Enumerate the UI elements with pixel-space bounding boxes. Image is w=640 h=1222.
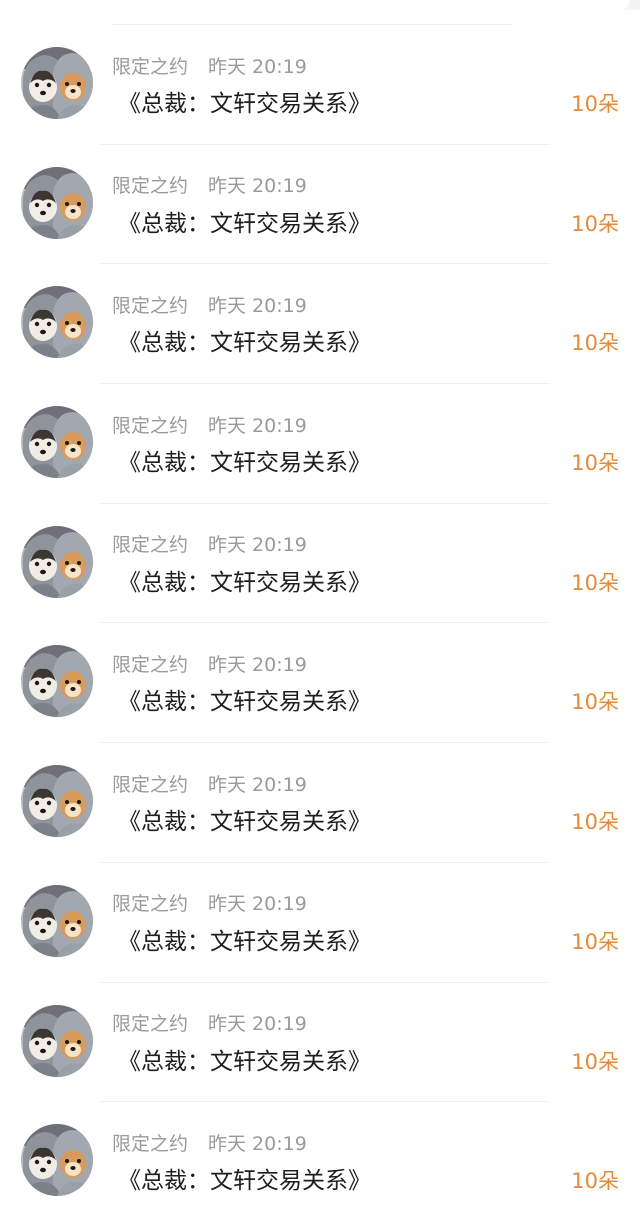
avatar[interactable] <box>21 166 93 239</box>
list-item[interactable]: 限定之约 昨天 20:19 《总裁：文轩交易关系》 10朵 <box>0 25 640 145</box>
book-title[interactable]: 《总裁：文轩交易关系》 <box>118 926 371 958</box>
avatar[interactable] <box>21 645 93 718</box>
record-meta: 限定之约 昨天 20:19 <box>112 532 307 556</box>
gift-amount: 10朵 <box>571 451 619 476</box>
gift-amount: 10朵 <box>571 810 619 835</box>
record-meta: 限定之约 昨天 20:19 <box>112 291 307 318</box>
record-meta: 限定之约 昨天 20:19 <box>112 173 307 197</box>
list-item[interactable]: 限定之约 昨天 20:19 《总裁：文轩交易关系》 10朵 <box>0 623 640 743</box>
timestamp: 昨天 20:19 <box>208 175 307 198</box>
book-title[interactable]: 《总裁：文轩交易关系》 <box>118 88 371 120</box>
gift-amount: 10朵 <box>571 211 619 236</box>
list-item[interactable]: 限定之约 昨天 20:19 《总裁：文轩交易关系》 10朵 <box>0 1102 640 1222</box>
dogs-avatar-icon <box>21 406 93 479</box>
list-item[interactable]: 限定之约 昨天 20:19 《总裁：文轩交易关系》 10朵 <box>0 145 640 265</box>
record-meta: 限定之约 昨天 20:19 <box>112 891 307 915</box>
book-title[interactable]: 《总裁：文轩交易关系》 <box>118 208 371 240</box>
record-meta: 限定之约 昨天 20:19 <box>112 1011 307 1035</box>
avatar[interactable] <box>21 1004 93 1077</box>
gift-record-list: 限定之约 昨天 20:19 《总裁：文轩交易关系》 10朵 限定之约 昨天 20… <box>0 25 640 1222</box>
dogs-avatar-icon <box>21 525 93 598</box>
dogs-avatar-icon <box>21 47 93 119</box>
record-meta: 限定之约 昨天 20:19 <box>112 1129 307 1156</box>
username[interactable]: 限定之约 <box>112 1129 188 1156</box>
username[interactable]: 限定之约 <box>112 530 188 557</box>
timestamp: 昨天 20:19 <box>208 773 307 796</box>
username[interactable]: 限定之约 <box>112 770 188 797</box>
dogs-avatar-icon <box>21 1124 93 1197</box>
gift-amount: 10朵 <box>571 929 619 954</box>
book-title[interactable]: 《总裁：文轩交易关系》 <box>118 327 371 359</box>
timestamp: 昨天 20:19 <box>208 1013 307 1035</box>
book-title[interactable]: 《总裁：文轩交易关系》 <box>118 1165 371 1197</box>
username[interactable]: 限定之约 <box>112 171 188 198</box>
username[interactable]: 限定之约 <box>112 1009 188 1036</box>
avatar[interactable] <box>21 406 93 479</box>
timestamp: 昨天 20:19 <box>208 893 307 916</box>
book-title[interactable]: 《总裁：文轩交易关系》 <box>118 806 371 838</box>
avatar[interactable] <box>21 286 93 359</box>
avatar[interactable] <box>21 765 93 838</box>
list-item[interactable]: 限定之约 昨天 20:19 《总裁：文轩交易关系》 10朵 <box>0 743 640 863</box>
record-meta: 限定之约 昨天 20:19 <box>112 411 307 438</box>
avatar[interactable] <box>21 1124 93 1197</box>
timestamp: 昨天 20:19 <box>208 653 307 676</box>
record-meta: 限定之约 昨天 20:19 <box>112 770 307 797</box>
dogs-avatar-icon <box>21 1004 93 1077</box>
gift-amount: 10朵 <box>571 690 619 715</box>
dogs-avatar-icon <box>21 884 93 957</box>
gift-amount: 10朵 <box>571 92 619 116</box>
previous-card-surface <box>0 0 630 10</box>
book-title[interactable]: 《总裁：文轩交易关系》 <box>118 1046 371 1078</box>
list-item[interactable]: 限定之约 昨天 20:19 《总裁：文轩交易关系》 10朵 <box>0 384 640 504</box>
book-title[interactable]: 《总裁：文轩交易关系》 <box>118 447 371 479</box>
list-item[interactable]: 限定之约 昨天 20:19 《总裁：文轩交易关系》 10朵 <box>0 983 640 1103</box>
avatar[interactable] <box>21 884 93 957</box>
avatar[interactable] <box>21 47 93 119</box>
username[interactable]: 限定之约 <box>112 650 188 677</box>
list-item[interactable]: 限定之约 昨天 20:19 《总裁：文轩交易关系》 10朵 <box>0 264 640 384</box>
timestamp: 昨天 20:19 <box>208 534 307 557</box>
list-item[interactable]: 限定之约 昨天 20:19 《总裁：文轩交易关系》 10朵 <box>0 863 640 983</box>
username[interactable]: 限定之约 <box>112 291 188 318</box>
gift-amount: 10朵 <box>571 570 619 595</box>
dogs-avatar-icon <box>21 765 93 838</box>
gift-amount: 10朵 <box>571 1169 619 1194</box>
record-meta: 限定之约 昨天 20:19 <box>112 650 307 677</box>
timestamp: 昨天 20:19 <box>208 294 307 317</box>
username[interactable]: 限定之约 <box>112 889 188 916</box>
book-title[interactable]: 《总裁：文轩交易关系》 <box>118 567 371 599</box>
timestamp: 昨天 20:19 <box>208 414 307 437</box>
gift-amount: 10朵 <box>571 331 619 356</box>
dogs-avatar-icon <box>21 645 93 718</box>
list-item[interactable]: 限定之约 昨天 20:19 《总裁：文轩交易关系》 10朵 <box>0 504 640 624</box>
record-meta: 限定之约 昨天 20:19 <box>112 52 307 79</box>
timestamp: 昨天 20:19 <box>208 1132 307 1155</box>
dogs-avatar-icon <box>21 166 93 239</box>
avatar[interactable] <box>21 525 93 598</box>
username[interactable]: 限定之约 <box>112 52 188 79</box>
gift-amount: 10朵 <box>571 1049 619 1074</box>
previous-card-edge <box>0 0 640 10</box>
dogs-avatar-icon <box>21 286 93 359</box>
username[interactable]: 限定之约 <box>112 411 188 438</box>
timestamp: 昨天 20:19 <box>208 55 307 78</box>
book-title[interactable]: 《总裁：文轩交易关系》 <box>118 686 371 718</box>
